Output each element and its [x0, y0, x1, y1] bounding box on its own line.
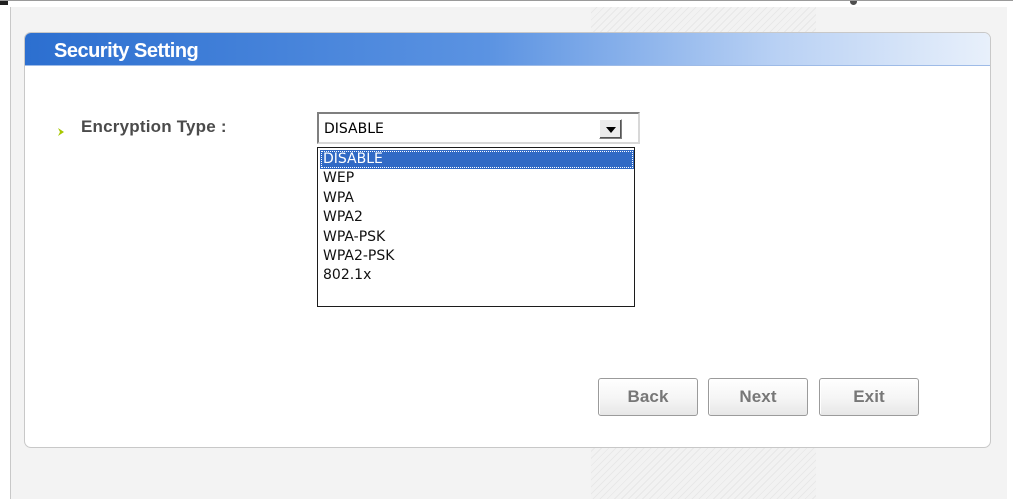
panel-header: Security Setting — [25, 33, 990, 66]
selected-encryption-type: DISABLE — [324, 121, 384, 137]
option-disable[interactable]: DISABLE — [320, 150, 634, 170]
option-wpa2[interactable]: WPA2 — [320, 208, 634, 227]
security-setting-screen: Security Setting Encryption Type : DISAB… — [0, 0, 1013, 501]
chevron-down-icon — [605, 127, 616, 133]
exit-button[interactable]: Exit — [819, 378, 919, 416]
encryption-type-label: Encryption Type : — [81, 117, 227, 136]
option-8021x[interactable]: 802.1x — [320, 266, 634, 285]
option-wpa[interactable]: WPA — [320, 189, 634, 208]
option-wpa2-psk[interactable]: WPA2-PSK — [320, 247, 634, 266]
encryption-type-label-row: Encryption Type : — [56, 116, 227, 138]
option-wpa-psk[interactable]: WPA-PSK — [320, 228, 634, 247]
top-fragment-2 — [850, 1, 857, 5]
select-dropdown-button[interactable] — [599, 119, 622, 139]
top-fragment — [0, 1, 8, 5]
encryption-type-options: DISABLE WEP WPA WPA2 WPA-PSK WPA2-PSK 80… — [317, 147, 635, 307]
next-button[interactable]: Next — [708, 378, 808, 416]
panel-title: Security Setting — [54, 40, 199, 62]
chevron-right-icon — [56, 122, 66, 136]
encryption-type-select[interactable]: DISABLE — [317, 112, 640, 144]
back-button[interactable]: Back — [598, 378, 698, 416]
option-wep[interactable]: WEP — [320, 169, 634, 188]
